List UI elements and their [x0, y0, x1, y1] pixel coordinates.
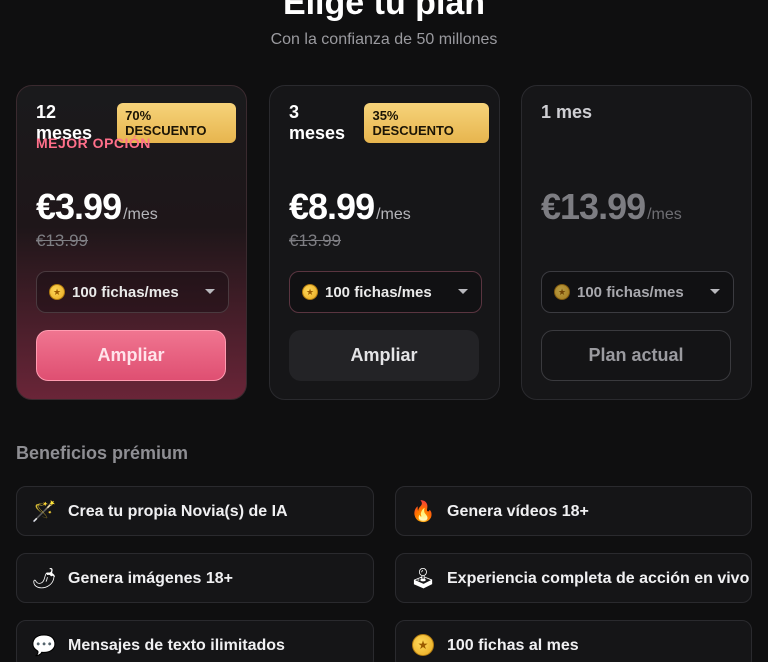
benefit-item: 🪄 Crea tu propia Novia(s) de IA: [16, 486, 374, 536]
current-plan-button[interactable]: Plan actual: [541, 330, 731, 381]
benefit-item: ★ 100 fichas al mes: [395, 620, 752, 662]
benefit-label: Genera vídeos 18+: [447, 502, 589, 520]
discount-badge: 35% DESCUENTO: [364, 103, 489, 143]
tokens-select-value: 100 fichas/mes: [72, 283, 179, 301]
benefit-label: 100 fichas al mes: [447, 636, 579, 654]
coin-icon: ★: [411, 633, 435, 657]
benefit-item: 🔥 Genera vídeos 18+: [395, 486, 752, 536]
plan-card-12-months[interactable]: 12 meses 70% DESCUENTO MEJOR OPCIÓN €3.9…: [16, 85, 247, 400]
chevron-down-icon: [205, 289, 215, 294]
magic-wand-icon: 🪄: [31, 500, 57, 523]
benefit-item: 🌶 Genera imágenes 18+: [16, 553, 374, 603]
upgrade-button[interactable]: Ampliar: [36, 330, 226, 381]
price-period: /mes: [123, 206, 158, 223]
tokens-select[interactable]: ★ 100 fichas/mes: [36, 271, 229, 313]
coin-icon: ★: [554, 284, 570, 300]
benefit-label: Experiencia completa de acción en vivo: [447, 569, 750, 587]
chili-pepper-icon: 🌶: [31, 567, 57, 590]
benefit-item: 💬 Mensajes de texto ilimitados: [16, 620, 374, 662]
chevron-down-icon: [710, 289, 720, 294]
benefit-label: Crea tu propia Novia(s) de IA: [68, 502, 288, 520]
plan-card-3-months[interactable]: 3 meses 35% DESCUENTO €8.99 /mes €13.99 …: [269, 85, 500, 400]
chat-bubble-icon: 💬: [31, 634, 57, 657]
tokens-select[interactable]: ★ 100 fichas/mes: [289, 271, 482, 313]
benefit-label: Mensajes de texto ilimitados: [68, 636, 285, 654]
benefit-item: 🕹 Experiencia completa de acción en vivo: [395, 553, 752, 603]
joystick-icon: 🕹: [410, 567, 436, 590]
original-price: €13.99: [36, 231, 88, 250]
plan-price: €8.99: [289, 186, 375, 227]
tokens-select-value: 100 fichas/mes: [325, 283, 432, 301]
price-period: /mes: [647, 206, 682, 223]
plan-card-1-month[interactable]: 1 mes €13.99 /mes ★ 100 fichas/mes Plan …: [521, 85, 752, 400]
coin-icon: ★: [49, 284, 65, 300]
plan-price: €13.99: [541, 186, 646, 227]
coin-icon: ★: [302, 284, 318, 300]
chevron-down-icon: [458, 289, 468, 294]
plan-price: €3.99: [36, 186, 122, 227]
price-period: /mes: [376, 206, 411, 223]
plan-term: 1 mes: [541, 102, 593, 122]
original-price: €13.99: [289, 231, 341, 250]
tokens-select-value: 100 fichas/mes: [577, 283, 684, 301]
upgrade-button[interactable]: Ampliar: [289, 330, 479, 381]
best-option-label: MEJOR OPCIÓN: [36, 135, 151, 151]
benefits-title: Beneficios prémium: [16, 443, 189, 463]
page-subtitle: Con la confianza de 50 millones: [270, 31, 498, 48]
tokens-select[interactable]: ★ 100 fichas/mes: [541, 271, 734, 313]
plan-term: 3 meses: [289, 102, 346, 143]
page-title: Elige tu plan: [282, 0, 486, 22]
fire-icon: 🔥: [410, 500, 436, 523]
benefit-label: Genera imágenes 18+: [68, 569, 233, 587]
